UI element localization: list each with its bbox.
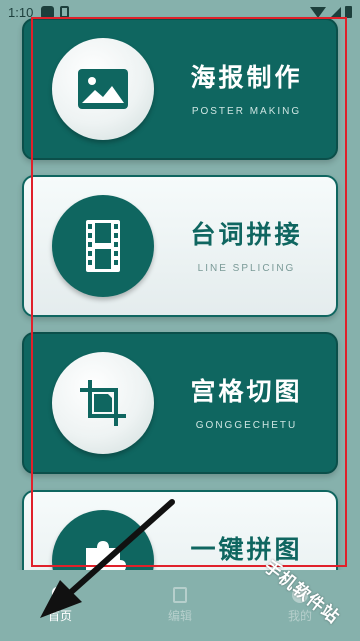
pointer-arrow-icon [40, 499, 175, 618]
